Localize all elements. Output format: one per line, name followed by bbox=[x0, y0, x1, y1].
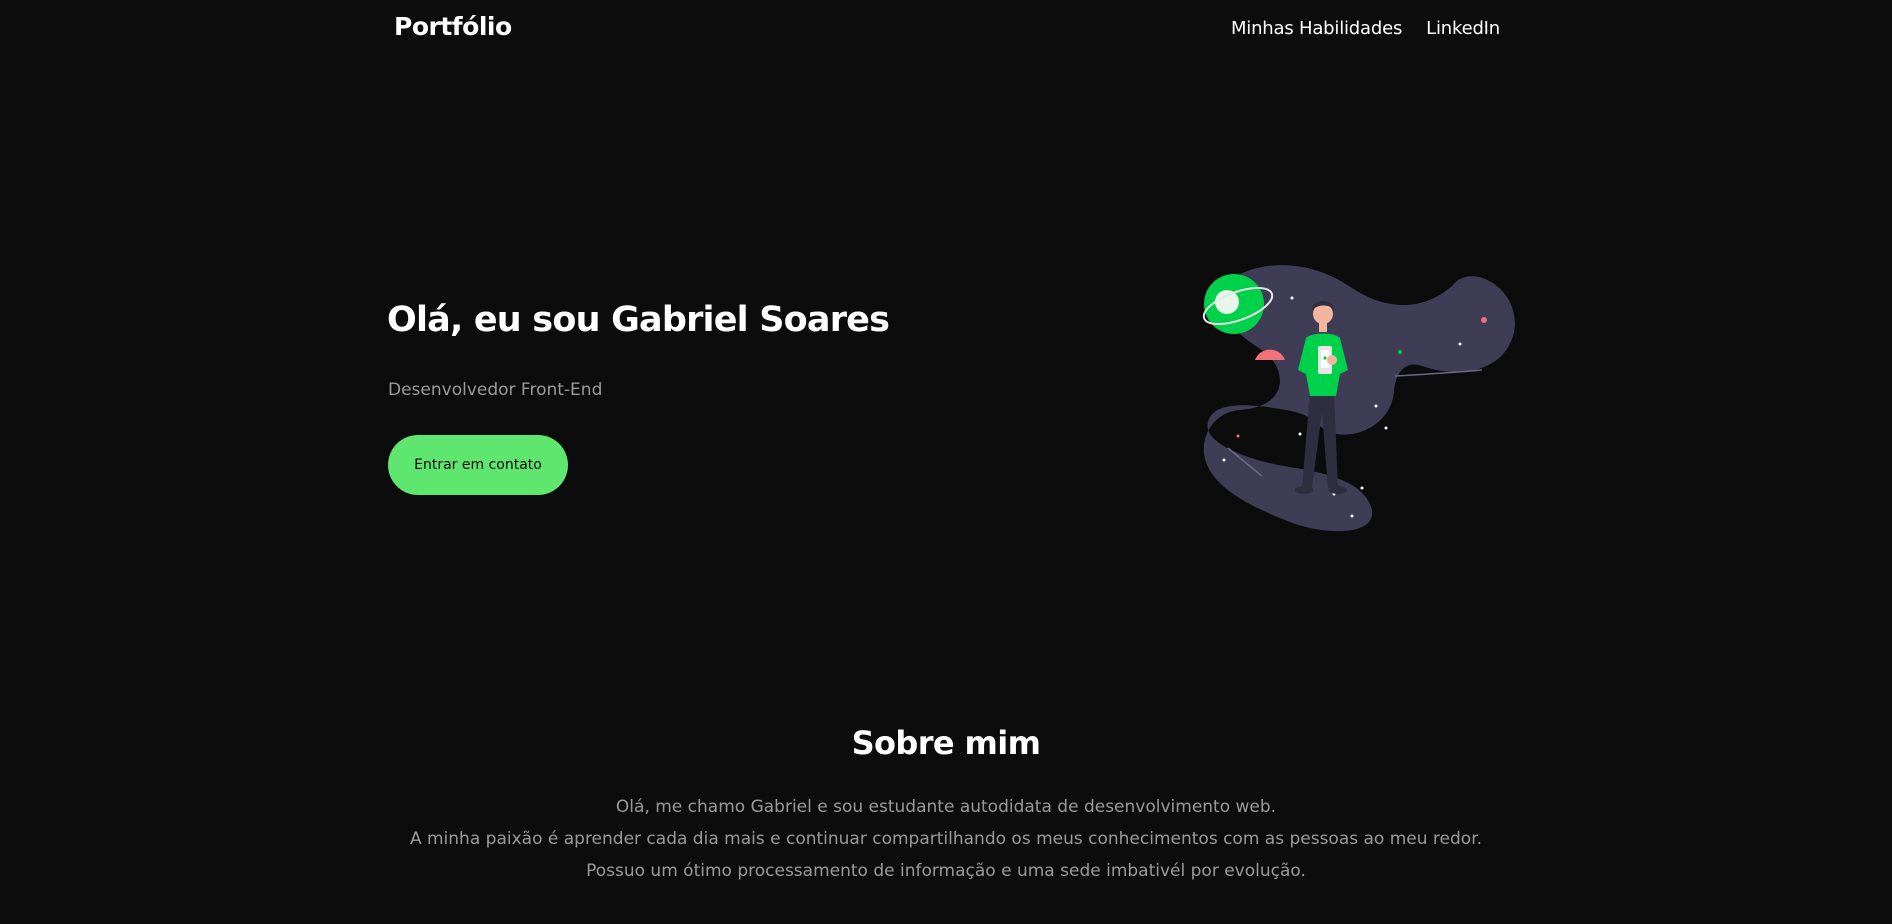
nav-link-linkedin[interactable]: LinkedIn bbox=[1426, 18, 1500, 39]
star-accent bbox=[1398, 350, 1402, 354]
about-line: A minha paixão é aprender cada dia mais … bbox=[409, 829, 1483, 849]
star bbox=[1350, 514, 1354, 518]
logo-link[interactable]: Portfólio bbox=[394, 12, 512, 41]
person-in-space-illustration bbox=[1202, 265, 1515, 532]
nav-link-skills[interactable]: Minhas Habilidades bbox=[1231, 18, 1402, 39]
hero-subtitle: Desenvolvedor Front-End bbox=[388, 380, 603, 400]
about-text: Olá, me chamo Gabriel e sou estudante au… bbox=[0, 794, 1892, 890]
star bbox=[1298, 432, 1302, 436]
about-title: Sobre mim bbox=[851, 724, 1041, 762]
star bbox=[1360, 486, 1364, 490]
star bbox=[1384, 426, 1388, 430]
star-accent bbox=[1481, 317, 1487, 323]
hero-title: Olá, eu sou Gabriel Soares bbox=[387, 300, 890, 340]
star bbox=[1374, 404, 1378, 408]
star-accent bbox=[1236, 434, 1240, 438]
page: Portfólio Minhas Habilidades LinkedIn Ol… bbox=[0, 0, 1892, 924]
swirl-line bbox=[1394, 369, 1483, 377]
planet-moon bbox=[1215, 290, 1239, 314]
about-line: Possuo um ótimo processamento de informa… bbox=[586, 861, 1306, 881]
star bbox=[1458, 342, 1462, 346]
header: Portfólio Minhas Habilidades LinkedIn bbox=[0, 0, 1892, 58]
star bbox=[1290, 296, 1294, 300]
about-line: Olá, me chamo Gabriel e sou estudante au… bbox=[615, 797, 1277, 817]
star bbox=[1222, 458, 1226, 462]
contact-button[interactable]: Entrar em contato bbox=[388, 435, 568, 495]
nav-menu: Minhas Habilidades LinkedIn bbox=[1231, 18, 1500, 39]
